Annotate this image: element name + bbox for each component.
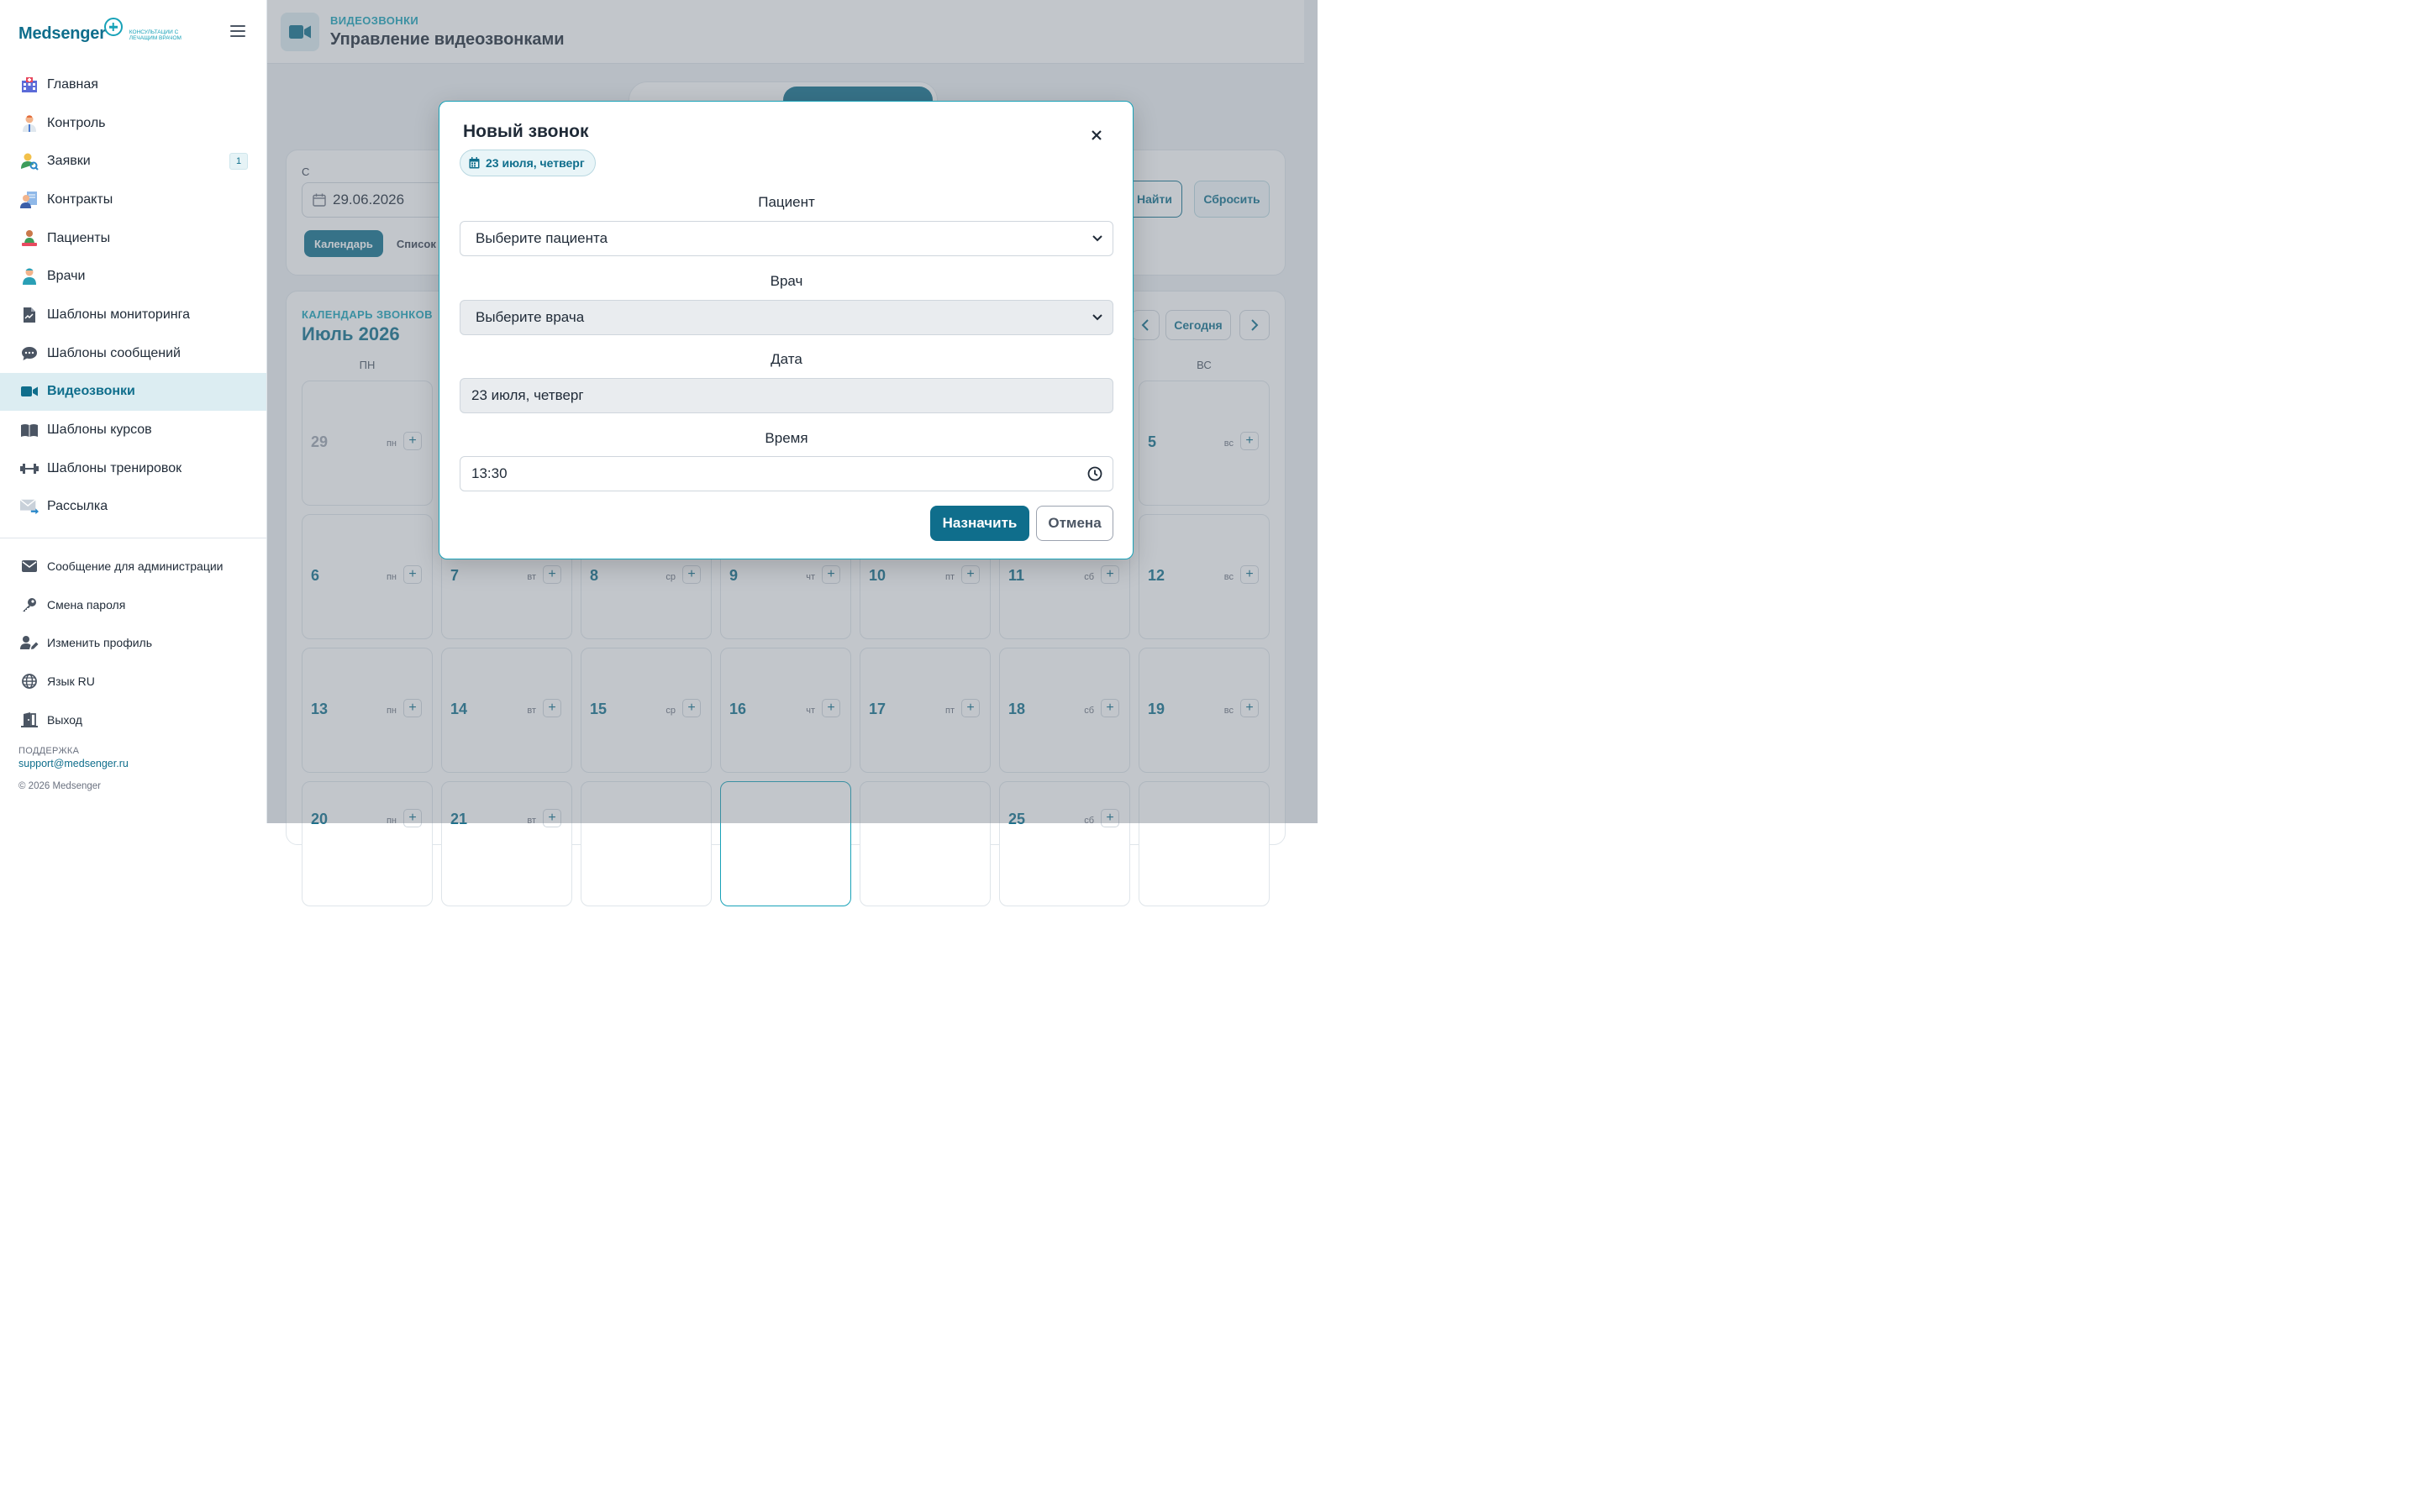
modal-title: Новый звонок [463,122,589,141]
sidebar-item-label: Рассылка [47,499,108,514]
selected-date-text: 23 июля, четверг [486,156,585,170]
date-field: 23 июля, четверг [460,378,1113,413]
mail-send-icon [20,497,39,516]
support-block: ПОДДЕРЖКА support@medsenger.ru [18,746,129,769]
sidebar-item-edit-profile[interactable]: Изменить профиль [0,623,266,662]
user-edit-icon [20,633,39,652]
sidebar-item-label: Врачи [47,269,86,284]
sidebar: Medsenger консультации с лечащим врачом … [0,0,267,823]
date-label: Дата [771,351,802,367]
patient-icon [20,229,39,248]
patient-select[interactable]: Выберите пациента [460,221,1113,256]
brand-tagline: консультации с лечащим врачом [129,29,182,41]
new-call-modal: Новый звонок 23 июля, четверг Пациент Вы… [439,101,1134,559]
clock-icon[interactable] [1087,466,1102,481]
sidebar-item-label: Шаблоны курсов [47,423,152,438]
copyright: © 2026 Medsenger [18,781,101,791]
book-icon [20,421,39,439]
sidebar-item-home[interactable]: Главная [0,66,266,104]
time-input[interactable]: 13:30 [460,456,1113,491]
doctor-label: Врач [770,273,803,289]
sidebar-item-contracts[interactable]: Контракты [0,181,266,219]
time-input-value: 13:30 [471,465,508,481]
patient-select-value: Выберите пациента [476,230,608,246]
sidebar-item-change-password[interactable]: Смена пароля [0,585,266,624]
menu-toggle-icon[interactable] [230,25,245,39]
support-email-link[interactable]: support@medsenger.ru [18,758,129,769]
sidebar-item-monitoring-templates[interactable]: Шаблоны мониторинга [0,296,266,334]
brand-name: Medsenger [18,24,106,43]
sidebar-item-patients[interactable]: Пациенты [0,219,266,258]
key-icon [20,596,39,614]
sidebar-item-language[interactable]: Язык RU [0,662,266,701]
sidebar-item-course-templates[interactable]: Шаблоны курсов [0,411,266,449]
sidebar-item-admin-message[interactable]: Сообщение для администрации [0,547,266,585]
sidebar-item-logout[interactable]: Выход [0,701,266,739]
calendar-icon [469,157,480,169]
medic-icon [20,267,39,286]
sidebar-item-label: Пациенты [47,230,111,245]
sidebar-item-video-calls[interactable]: Видеозвонки [0,372,266,412]
brand-logo[interactable]: Medsenger консультации с лечащим врачом [18,18,188,49]
sidebar-item-message-templates[interactable]: Шаблоны сообщений [0,334,266,373]
selected-date-chip: 23 июля, четверг [460,150,596,176]
chevron-down-icon [1092,235,1102,242]
sidebar-item-doctors[interactable]: Врачи [0,257,266,296]
globe-icon [20,672,39,690]
dumbbell-icon [20,459,39,478]
sidebar-item-label: Сообщение для администрации [47,559,224,573]
sidebar-item-label: Изменить профиль [47,636,152,650]
door-exit-icon [20,711,39,729]
cancel-button[interactable]: Отмена [1036,506,1113,541]
file-chart-icon [20,306,39,324]
sidebar-nav: Главная Контроль Заявки 1 Контракты Паци… [0,66,266,526]
contract-icon [20,191,39,209]
sidebar-item-label: Главная [47,76,98,92]
sidebar-item-label: Язык RU [47,674,95,688]
sidebar-item-control[interactable]: Контроль [0,104,266,143]
date-field-value: 23 июля, четверг [471,387,584,403]
sidebar-item-label: Шаблоны мониторинга [47,307,190,322]
sidebar-item-label: Контракты [47,192,113,207]
schedule-button[interactable]: Назначить [930,506,1029,541]
sidebar-item-label: Шаблоны сообщений [47,345,181,360]
envelope-icon [20,557,39,575]
sidebar-item-label: Контроль [47,115,106,130]
doctor-icon [20,114,39,133]
patient-label: Пациент [758,194,815,210]
sidebar-item-label: Шаблоны тренировок [47,460,182,475]
support-label: ПОДДЕРЖКА [18,746,80,756]
medical-plus-icon [103,18,123,36]
time-label: Время [765,430,808,446]
chat-bubble-icon [20,344,39,363]
video-camera-icon [20,382,39,401]
sidebar-item-workout-templates[interactable]: Шаблоны тренировок [0,449,266,488]
doctor-select[interactable]: Выберите врача [460,300,1113,335]
hospital-icon [20,76,39,94]
requests-count-badge: 1 [229,153,248,171]
sidebar-item-label: Выход [47,712,82,727]
sidebar-item-requests[interactable]: Заявки 1 [0,142,266,181]
sidebar-item-label: Заявки [47,154,91,169]
sidebar-account-nav: Сообщение для администрации Смена пароля… [0,547,266,738]
person-search-icon [20,152,39,171]
sidebar-item-mailing[interactable]: Рассылка [0,488,266,527]
sidebar-item-label: Видеозвонки [47,384,135,399]
close-icon[interactable] [1086,125,1107,145]
chevron-down-icon [1092,314,1102,321]
sidebar-item-label: Смена пароля [47,597,126,612]
doctor-select-value: Выберите врача [476,309,585,325]
